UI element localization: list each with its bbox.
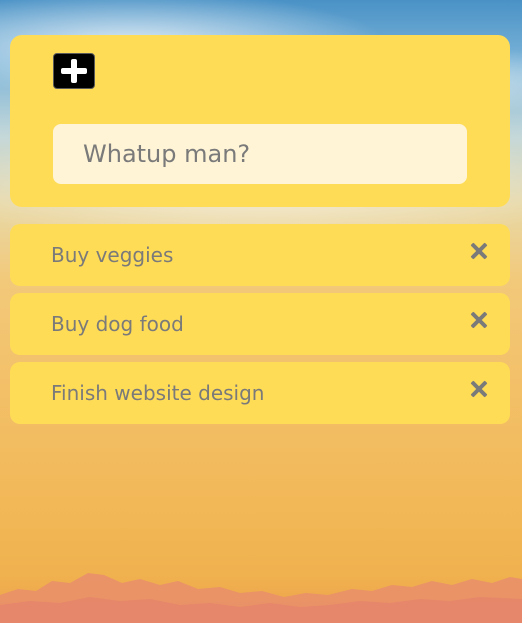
delete-todo-button[interactable] [470,242,488,260]
new-todo-panel [10,35,510,207]
todo-list: Buy veggies Buy dog food Finish website … [10,224,510,431]
new-todo-input[interactable] [53,124,467,184]
plus-icon [54,54,94,88]
close-icon [470,311,488,329]
add-todo-button[interactable] [53,53,95,89]
mountain-silhouette [0,573,522,623]
delete-todo-button[interactable] [470,311,488,329]
close-icon [470,380,488,398]
delete-todo-button[interactable] [470,380,488,398]
todo-text: Buy veggies [51,243,174,267]
close-icon [470,242,488,260]
todo-text: Buy dog food [51,312,184,336]
todo-item[interactable]: Buy dog food [10,293,510,355]
todo-item[interactable]: Finish website design [10,362,510,424]
todo-item[interactable]: Buy veggies [10,224,510,286]
todo-text: Finish website design [51,381,265,405]
